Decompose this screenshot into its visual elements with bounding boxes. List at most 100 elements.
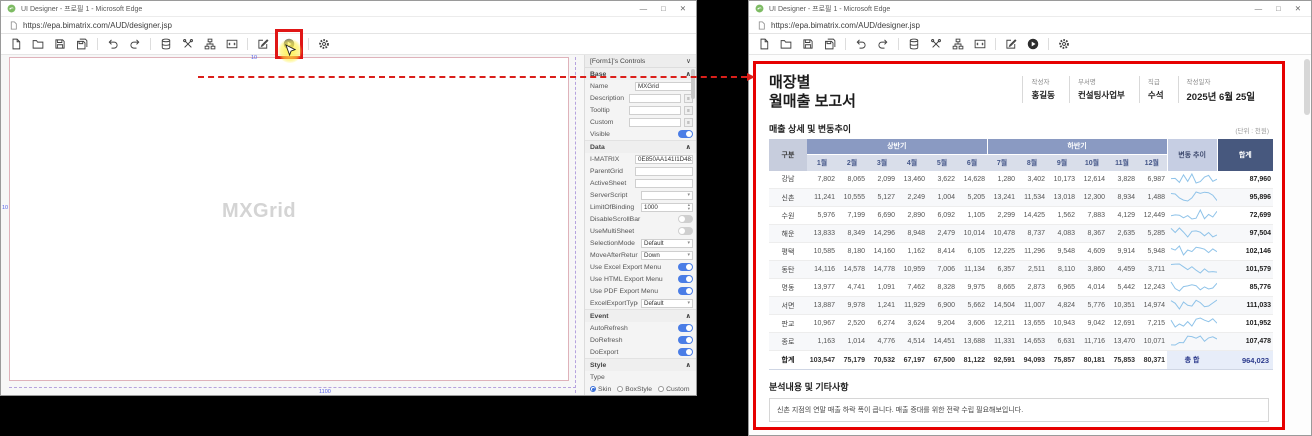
row-total-cell[interactable]: 85,776 <box>1217 278 1274 297</box>
value-cell[interactable]: 8,948 <box>897 224 927 243</box>
preview-scrollbar[interactable] <box>1304 59 1310 115</box>
value-cell[interactable]: 13,887 <box>807 296 837 315</box>
value-cell[interactable]: 13,018 <box>1047 188 1078 207</box>
prop-input[interactable] <box>635 166 693 176</box>
maximize-button[interactable]: □ <box>1276 1 1281 17</box>
radio-custom[interactable]: Custom <box>658 386 689 393</box>
row-total-cell[interactable]: 111,033 <box>1217 296 1274 315</box>
value-cell[interactable]: 8,737 <box>1017 224 1048 243</box>
prop-toggle[interactable] <box>678 227 693 235</box>
value-cell[interactable]: 9,042 <box>1077 314 1108 333</box>
trend-cell[interactable] <box>1167 260 1218 279</box>
build-icon[interactable] <box>927 35 945 53</box>
value-cell[interactable]: 3,402 <box>1017 170 1048 189</box>
value-cell[interactable]: 1,162 <box>897 242 927 261</box>
value-cell[interactable]: 4,741 <box>837 278 867 297</box>
value-cell[interactable]: 2,873 <box>1017 278 1048 297</box>
value-cell[interactable]: 10,071 <box>1137 332 1168 351</box>
value-cell[interactable]: 8,349 <box>837 224 867 243</box>
trend-cell[interactable] <box>1167 170 1218 189</box>
value-cell[interactable]: 4,014 <box>1077 278 1108 297</box>
value-cell[interactable]: 5,776 <box>1077 296 1108 315</box>
store-name-cell[interactable]: 명동 <box>769 278 807 297</box>
ellipsis-button[interactable]: ≡ <box>684 105 693 115</box>
value-cell[interactable]: 8,110 <box>1047 260 1078 279</box>
value-cell[interactable]: 12,691 <box>1107 314 1138 333</box>
open-folder-icon[interactable] <box>29 35 47 53</box>
value-cell[interactable]: 3,711 <box>1137 260 1168 279</box>
value-cell[interactable]: 10,478 <box>987 224 1018 243</box>
store-name-cell[interactable]: 수원 <box>769 206 807 225</box>
code-icon[interactable] <box>971 35 989 53</box>
value-cell[interactable]: 14,504 <box>987 296 1018 315</box>
value-cell[interactable]: 8,367 <box>1077 224 1108 243</box>
section-header-data[interactable]: Data ∧ <box>585 141 696 153</box>
value-cell[interactable]: 2,299 <box>987 206 1018 225</box>
row-total-cell[interactable]: 72,699 <box>1217 206 1274 225</box>
preview-urlbar[interactable]: https://epa.bimatrix.com/AUD/designer.js… <box>749 17 1311 34</box>
value-cell[interactable]: 8,934 <box>1107 188 1138 207</box>
ellipsis-button[interactable]: ≡ <box>684 117 693 127</box>
value-cell[interactable]: 1,488 <box>1137 188 1168 207</box>
form-artboard[interactable]: MXGrid <box>9 57 569 381</box>
store-name-cell[interactable]: 종로 <box>769 332 807 351</box>
value-cell[interactable]: 5,442 <box>1107 278 1138 297</box>
open-folder-icon[interactable] <box>777 35 795 53</box>
hierarchy-icon[interactable] <box>949 35 967 53</box>
settings-icon[interactable] <box>315 35 333 53</box>
value-cell[interactable]: 11,331 <box>987 332 1018 351</box>
undo-icon[interactable] <box>104 35 122 53</box>
minimize-button[interactable]: — <box>1255 1 1263 17</box>
row-total-cell[interactable]: 101,952 <box>1217 314 1274 333</box>
value-cell[interactable]: 2,520 <box>837 314 867 333</box>
value-cell[interactable]: 9,978 <box>837 296 867 315</box>
value-cell[interactable]: 6,987 <box>1137 170 1168 189</box>
trend-cell[interactable] <box>1167 188 1218 207</box>
value-cell[interactable]: 14,578 <box>837 260 867 279</box>
value-cell[interactable]: 1,105 <box>957 206 988 225</box>
minimize-button[interactable]: — <box>640 1 648 17</box>
value-cell[interactable]: 14,974 <box>1137 296 1168 315</box>
value-cell[interactable]: 12,225 <box>987 242 1018 261</box>
prop-toggle[interactable] <box>678 324 693 332</box>
prop-toggle[interactable] <box>678 130 693 138</box>
database-icon[interactable] <box>905 35 923 53</box>
edit-icon[interactable] <box>254 35 272 53</box>
value-cell[interactable]: 1,091 <box>867 278 897 297</box>
prop-input[interactable] <box>629 117 681 127</box>
value-cell[interactable]: 4,459 <box>1107 260 1138 279</box>
value-cell[interactable]: 7,215 <box>1137 314 1168 333</box>
row-total-cell[interactable]: 87,960 <box>1217 170 1274 189</box>
section-header-style[interactable]: Style ∧ <box>585 359 696 371</box>
value-cell[interactable]: 14,628 <box>957 170 988 189</box>
row-total-cell[interactable]: 95,896 <box>1217 188 1274 207</box>
value-cell[interactable]: 13,655 <box>1017 314 1048 333</box>
trend-cell[interactable] <box>1167 314 1218 333</box>
value-cell[interactable]: 10,555 <box>837 188 867 207</box>
prop-select[interactable]: ▾ <box>641 190 693 200</box>
value-cell[interactable]: 9,914 <box>1107 242 1138 261</box>
prop-toggle[interactable] <box>678 348 693 356</box>
store-name-cell[interactable]: 동탄 <box>769 260 807 279</box>
value-cell[interactable]: 8,065 <box>837 170 867 189</box>
hierarchy-icon[interactable] <box>201 35 219 53</box>
maximize-button[interactable]: □ <box>661 1 666 17</box>
value-cell[interactable]: 13,470 <box>1107 332 1138 351</box>
value-cell[interactable]: 14,778 <box>867 260 897 279</box>
value-cell[interactable]: 11,534 <box>1017 188 1048 207</box>
value-cell[interactable]: 9,204 <box>927 314 957 333</box>
store-name-cell[interactable]: 해운 <box>769 224 807 243</box>
value-cell[interactable]: 5,205 <box>957 188 988 207</box>
prop-input[interactable]: MXGrid <box>635 81 693 91</box>
prop-input[interactable] <box>629 105 681 115</box>
new-file-icon[interactable] <box>7 35 25 53</box>
run-icon[interactable] <box>1024 35 1042 53</box>
new-file-icon[interactable] <box>755 35 773 53</box>
value-cell[interactable]: 6,357 <box>987 260 1018 279</box>
value-cell[interactable]: 2,479 <box>927 224 957 243</box>
value-cell[interactable]: 6,274 <box>867 314 897 333</box>
value-cell[interactable]: 14,451 <box>927 332 957 351</box>
store-name-cell[interactable]: 신촌 <box>769 188 807 207</box>
value-cell[interactable]: 11,296 <box>1017 242 1048 261</box>
value-cell[interactable]: 11,134 <box>957 260 988 279</box>
